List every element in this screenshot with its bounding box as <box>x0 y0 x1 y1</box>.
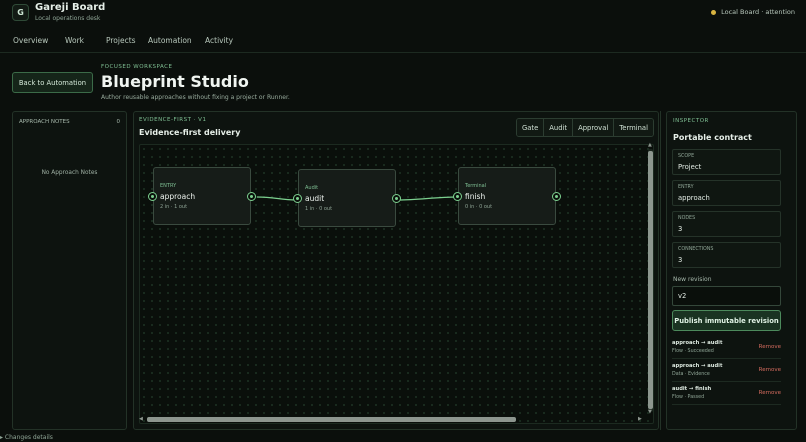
nav-automation[interactable]: Automation <box>148 36 192 45</box>
page-title: Blueprint Studio <box>101 72 249 91</box>
port-approach-out[interactable] <box>247 192 256 201</box>
blueprint-eyebrow: EVIDENCE-FIRST · V1 <box>139 117 207 123</box>
node-audit[interactable]: Audit audit 1 in · 0 out <box>298 169 396 227</box>
node-name: approach <box>160 192 196 201</box>
blueprint-canvas[interactable]: ENTRY approach 2 in · 1 out Audit audit … <box>139 144 654 424</box>
approach-notes-empty: No Approach Notes <box>41 170 98 176</box>
inspector-title: Portable contract <box>673 133 752 142</box>
node-meta: 2 in · 1 out <box>160 204 188 210</box>
connection-title: approach → audit <box>672 340 723 346</box>
port-finish-out[interactable] <box>552 192 561 201</box>
connection-detail: Flow · Succeeded <box>672 349 714 354</box>
scroll-down-icon[interactable]: ▼ <box>648 410 652 415</box>
status-text: Local Board · attention <box>721 8 795 16</box>
node-finish[interactable]: Terminal finish 0 in · 0 out <box>458 167 556 225</box>
approach-notes-heading: APPROACH NOTES <box>19 119 70 125</box>
node-meta: 0 in · 0 out <box>465 204 493 210</box>
app-subtitle: Local operations desk <box>35 15 101 22</box>
nav-activity[interactable]: Activity <box>205 36 233 45</box>
field-value: 3 <box>678 225 683 233</box>
field-value: Project <box>678 163 702 171</box>
main-nav: Overview Work Projects Automation Activi… <box>0 30 806 53</box>
connection-row: audit → finish Flow · Passed Remove <box>672 384 781 405</box>
vertical-scroll-thumb[interactable] <box>648 151 653 409</box>
field-value: approach <box>678 194 710 202</box>
top-bar: G Gareji Board Local operations desk Loc… <box>0 0 806 30</box>
node-meta: 1 in · 0 out <box>305 206 333 212</box>
nav-work[interactable]: Work <box>65 36 84 45</box>
add-approval-button[interactable]: Approval <box>573 119 615 136</box>
connection-row: approach → audit Flow · Succeeded Remove <box>672 338 781 359</box>
connection-row: approach → audit Data · Evidence Remove <box>672 361 781 382</box>
node-toolbar: Gate Audit Approval Terminal <box>515 118 654 137</box>
node-kind: Terminal <box>465 183 487 189</box>
nav-projects[interactable]: Projects <box>106 36 136 45</box>
remove-connection-button[interactable]: Remove <box>759 344 781 350</box>
connection-detail: Data · Evidence <box>672 372 710 377</box>
scroll-right-icon[interactable]: ▶ <box>638 417 642 422</box>
node-kind: ENTRY <box>160 183 177 189</box>
entry-field: ENTRY approach <box>672 180 781 206</box>
edge-approach-audit <box>256 196 298 201</box>
node-kind: Audit <box>305 185 319 191</box>
remove-connection-button[interactable]: Remove <box>759 367 781 373</box>
port-finish-in[interactable] <box>453 192 462 201</box>
workspace-eyebrow: FOCUSED WORKSPACE <box>101 64 173 70</box>
approach-notes-panel: APPROACH NOTES 0 No Approach Notes <box>12 111 127 430</box>
add-gate-button[interactable]: Gate <box>516 119 545 136</box>
scope-field: SCOPE Project <box>672 149 781 175</box>
connections-field: CONNECTIONS 3 <box>672 242 781 268</box>
nav-overview[interactable]: Overview <box>13 36 48 45</box>
blueprint-title: Evidence-first delivery <box>139 128 241 137</box>
connection-title: audit → finish <box>672 386 712 392</box>
connection-title: approach → audit <box>672 363 723 369</box>
publish-revision-button[interactable]: Publish immutable revision <box>672 310 781 331</box>
node-name: audit <box>305 194 325 203</box>
field-label: CONNECTIONS <box>678 247 714 252</box>
add-terminal-button[interactable]: Terminal <box>614 119 653 136</box>
page-subtitle: Author reusable approaches without fixin… <box>101 94 290 101</box>
canvas-horizontal-scrollbar[interactable]: ◀ ▶ <box>139 417 645 423</box>
canvas-vertical-scrollbar[interactable]: ▲ ▼ <box>648 143 653 416</box>
remove-connection-button[interactable]: Remove <box>759 390 781 396</box>
add-audit-button[interactable]: Audit <box>544 119 574 136</box>
inspector-eyebrow: INSPECTOR <box>673 118 709 124</box>
edge-audit-finish <box>397 196 459 201</box>
horizontal-scroll-thumb[interactable] <box>147 417 516 422</box>
approach-notes-count: 0 <box>116 119 121 125</box>
status-dot-icon <box>711 9 717 15</box>
scroll-left-icon[interactable]: ◀ <box>139 417 143 422</box>
connection-detail: Flow · Passed <box>672 395 705 400</box>
revision-input[interactable] <box>672 286 781 306</box>
field-value: 3 <box>678 256 683 264</box>
port-audit-in[interactable] <box>293 194 302 203</box>
blueprint-panel: EVIDENCE-FIRST · V1 Evidence-first deliv… <box>133 111 659 430</box>
changes-details-toggle[interactable]: ▸ Changes details <box>0 434 53 441</box>
field-label: NODES <box>678 216 696 221</box>
board-status: Local Board · attention <box>711 8 795 16</box>
field-label: SCOPE <box>678 154 695 159</box>
app-title: Gareji Board <box>35 2 106 13</box>
nodes-field: NODES 3 <box>672 211 781 237</box>
port-audit-out[interactable] <box>392 194 401 203</box>
field-label: ENTRY <box>678 185 694 190</box>
node-name: finish <box>465 192 486 201</box>
scroll-up-icon[interactable]: ▲ <box>648 143 652 148</box>
app-logo: G <box>12 4 29 21</box>
inspector-panel: INSPECTOR Portable contract SCOPE Projec… <box>666 111 797 430</box>
revision-label: New revision <box>673 276 712 283</box>
port-approach-in[interactable] <box>148 192 157 201</box>
node-approach[interactable]: ENTRY approach 2 in · 1 out <box>153 167 251 225</box>
inspector-divider[interactable] <box>660 111 664 430</box>
back-to-automation-button[interactable]: Back to Automation <box>12 72 93 93</box>
